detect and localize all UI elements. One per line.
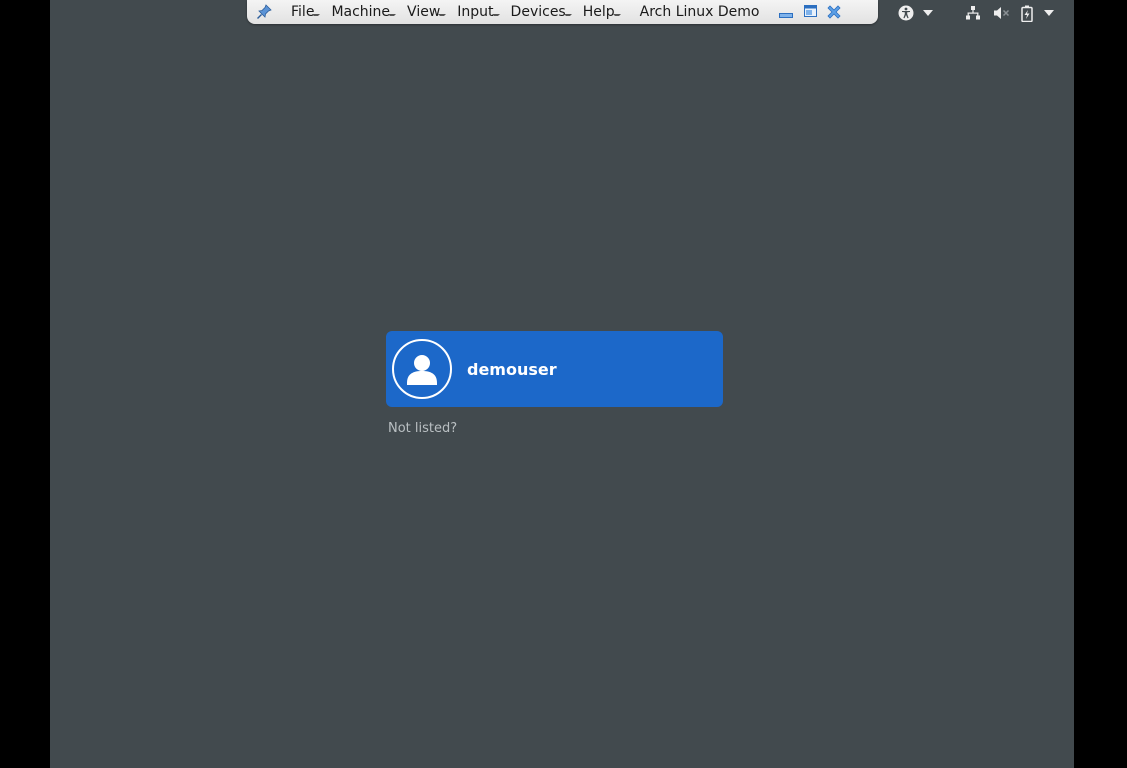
user-icon — [407, 355, 437, 385]
chevron-down-icon — [312, 14, 321, 18]
user-list-item-demouser[interactable]: demouser — [386, 331, 723, 407]
accessibility-icon — [898, 5, 914, 21]
minimize-icon[interactable] — [777, 3, 795, 21]
menu-file[interactable]: File — [291, 4, 321, 20]
vm-title: Arch Linux Demo — [639, 4, 760, 20]
menu-input[interactable]: Input — [457, 4, 500, 20]
not-listed-link[interactable]: Not listed? — [388, 421, 457, 436]
vbox-mini-toolbar: File Machine View Input Devices Help Arc… — [247, 0, 878, 24]
menu-view[interactable]: View — [407, 4, 447, 20]
battery-charging-icon — [1021, 5, 1033, 22]
chevron-down-icon — [491, 14, 500, 18]
restore-icon[interactable] — [801, 3, 819, 21]
chevron-down-icon — [1043, 9, 1055, 17]
pin-icon[interactable] — [255, 3, 273, 21]
menu-file-label: File — [291, 4, 315, 20]
menu-devices-label: Devices — [510, 4, 566, 20]
menu-machine-label: Machine — [331, 4, 391, 20]
chevron-down-icon — [438, 14, 447, 18]
chevron-down-icon — [388, 14, 397, 18]
menu-help-label: Help — [582, 4, 615, 20]
close-icon[interactable] — [825, 3, 843, 21]
accessibility-menu[interactable] — [898, 3, 934, 23]
vm-screen: File Machine View Input Devices Help Arc… — [50, 0, 1074, 768]
menu-machine[interactable]: Machine — [331, 4, 397, 20]
chevron-down-icon — [922, 9, 934, 17]
system-menu[interactable] — [965, 3, 1055, 23]
menu-view-label: View — [407, 4, 441, 20]
menu-devices[interactable]: Devices — [510, 4, 572, 20]
network-wired-icon — [965, 5, 981, 21]
chevron-down-icon — [563, 14, 572, 18]
avatar — [392, 339, 452, 399]
chevron-down-icon — [612, 14, 621, 18]
username-label: demouser — [467, 359, 557, 379]
menu-input-label: Input — [457, 4, 494, 20]
volume-muted-icon — [993, 5, 1011, 21]
menu-help[interactable]: Help — [582, 4, 621, 20]
